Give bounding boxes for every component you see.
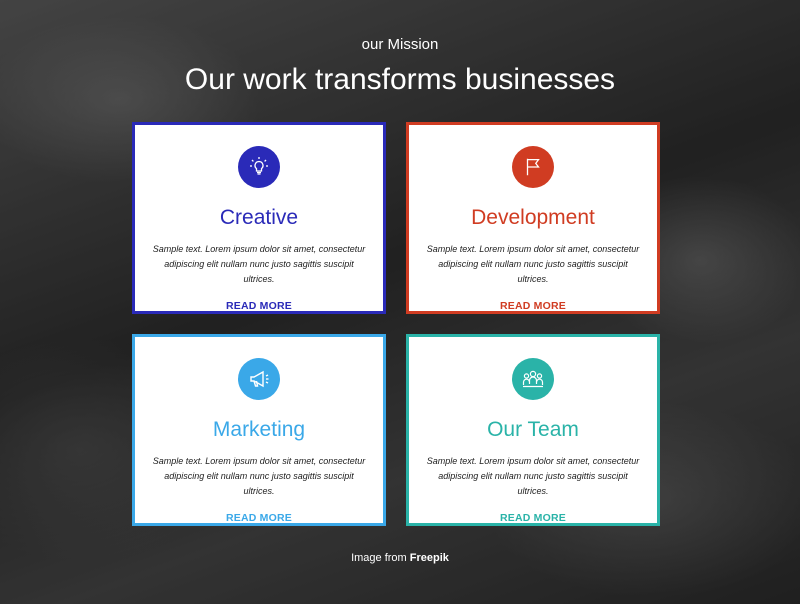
flag-icon <box>512 146 554 188</box>
image-credit: Image from Freepik <box>0 552 800 564</box>
read-more-link[interactable]: READ MORE <box>226 512 292 524</box>
megaphone-icon <box>238 358 280 400</box>
read-more-link[interactable]: READ MORE <box>226 300 292 312</box>
section-subtitle: our Mission <box>361 36 439 53</box>
card-text: Sample text. Lorem ipsum dolor sit amet,… <box>152 456 366 496</box>
card-title: Creative <box>219 206 299 229</box>
card-text: Sample text. Lorem ipsum dolor sit amet,… <box>426 456 640 496</box>
section-header: our Mission Our work transforms business… <box>0 36 800 97</box>
card-development: Development Sample text. Lorem ipsum dol… <box>406 122 660 314</box>
card-title: Development <box>471 206 595 229</box>
card-marketing: Marketing Sample text. Lorem ipsum dolor… <box>132 334 386 526</box>
card-title: Marketing <box>212 418 306 441</box>
image-credit-prefix: Image from <box>351 552 407 564</box>
team-icon <box>512 358 554 400</box>
lightbulb-icon <box>238 146 280 188</box>
card-creative: Creative Sample text. Lorem ipsum dolor … <box>132 122 386 314</box>
section-title: Our work transforms businesses <box>184 63 616 96</box>
card-text: Sample text. Lorem ipsum dolor sit amet,… <box>426 244 640 284</box>
card-title: Our Team <box>487 418 579 441</box>
card-our-team: Our Team Sample text. Lorem ipsum dolor … <box>406 334 660 526</box>
card-text: Sample text. Lorem ipsum dolor sit amet,… <box>152 244 366 284</box>
read-more-link[interactable]: READ MORE <box>500 512 566 524</box>
freepik-link[interactable]: Freepik <box>410 552 449 564</box>
read-more-link[interactable]: READ MORE <box>500 300 566 312</box>
